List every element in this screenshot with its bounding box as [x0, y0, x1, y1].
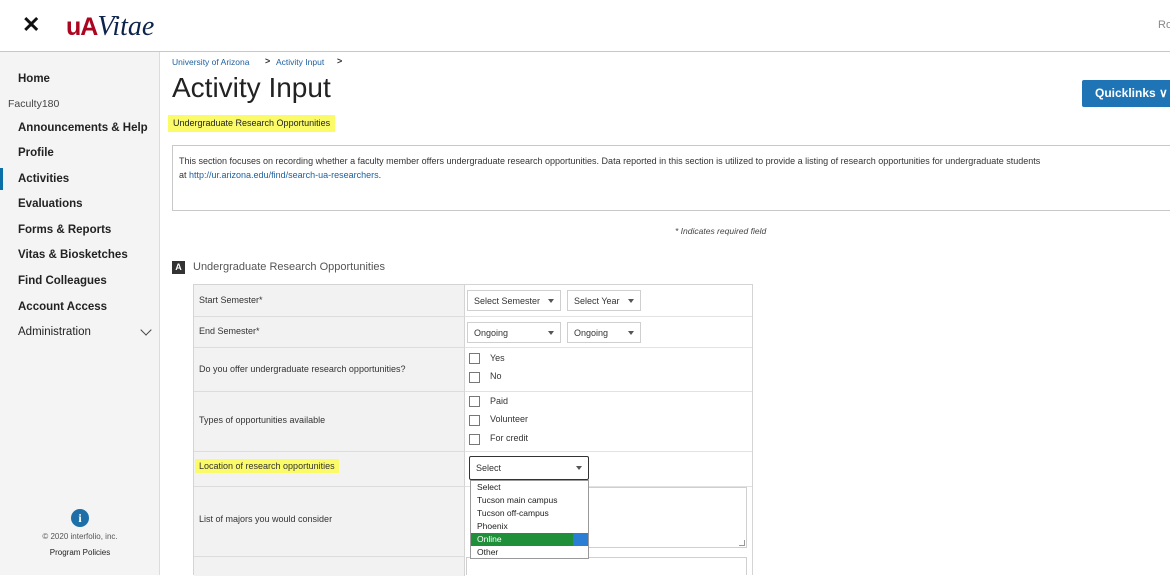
- types-row: Types of opportunities available: [194, 392, 465, 452]
- sidebar: Home Faculty180 Announcements & Help Pro…: [0, 52, 160, 575]
- sidebar-item-account-access[interactable]: Account Access: [18, 301, 107, 313]
- paid-label: Paid: [490, 396, 509, 406]
- sidebar-item-forms-reports[interactable]: Forms & Reports: [18, 224, 111, 236]
- sidebar-item-activities[interactable]: Activities: [18, 173, 69, 185]
- description-prefix: at: [179, 170, 190, 180]
- location-row: Location of research opportunities: [194, 452, 465, 487]
- next-row: [194, 557, 465, 576]
- section-title: Undergraduate Research Opportunities: [193, 261, 386, 273]
- caret-down-icon: [576, 466, 582, 470]
- start-semester-row: Start Semester*: [194, 285, 465, 317]
- yes-checkbox[interactable]: [469, 353, 480, 364]
- end-semester-label: End Semester*: [199, 326, 260, 336]
- description-suffix: .: [378, 170, 382, 180]
- sidebar-item-home[interactable]: Home: [18, 73, 50, 85]
- user-menu[interactable]: Ro: [1158, 19, 1170, 31]
- start-semester-value-text: Select Semester: [474, 296, 541, 306]
- chevron-down-icon[interactable]: [140, 324, 152, 336]
- option-select[interactable]: Select: [471, 481, 588, 494]
- option-tucson-off[interactable]: Tucson off-campus: [471, 507, 588, 520]
- breadcrumb-university[interactable]: University of Arizona: [172, 57, 249, 67]
- breadcrumb-separator: >: [337, 56, 343, 66]
- description-box: This section focuses on recording whethe…: [172, 145, 1170, 211]
- option-other[interactable]: Other: [471, 546, 588, 559]
- types-value: Paid Volunteer For credit: [465, 392, 752, 452]
- option-hover-marker: [573, 533, 588, 546]
- no-checkbox[interactable]: [469, 372, 480, 383]
- page-title: Activity Input: [172, 72, 331, 103]
- researchers-link[interactable]: http://ur.arizona.edu/find/search-ua-res…: [189, 170, 379, 180]
- active-indicator: [0, 168, 3, 190]
- section-badge: A: [172, 261, 185, 274]
- types-label: Types of opportunities available: [199, 415, 326, 425]
- end-semester-value-text: Ongoing: [474, 328, 509, 338]
- no-label: No: [490, 371, 502, 381]
- close-icon[interactable]: ✕: [22, 13, 40, 37]
- required-field-note: * Indicates required field: [675, 226, 767, 236]
- uavitae-logo[interactable]: uAVitae: [66, 11, 154, 43]
- top-bar: ✕ uAVitae Ro: [0, 0, 1170, 52]
- sidebar-item-vitas[interactable]: Vitas & Biosketches: [18, 249, 128, 261]
- majors-label: List of majors you would consider: [199, 514, 333, 524]
- logo-vitae: Vitae: [97, 11, 155, 42]
- logo-ua: uA: [66, 13, 98, 41]
- sidebar-item-profile[interactable]: Profile: [18, 147, 54, 159]
- end-semester-value: Ongoing Ongoing: [465, 317, 752, 348]
- majors-row: List of majors you would consider: [194, 487, 465, 557]
- option-online[interactable]: Online: [471, 533, 588, 546]
- for-credit-checkbox[interactable]: [469, 434, 480, 445]
- location-dropdown-list: Select Tucson main campus Tucson off-cam…: [470, 480, 589, 559]
- paid-checkbox[interactable]: [469, 396, 480, 407]
- caret-down-icon: [548, 299, 554, 303]
- location-select[interactable]: Select: [469, 456, 589, 480]
- description-line-1: This section focuses on recording whethe…: [179, 156, 1041, 166]
- start-semester-value: Select Semester Select Year: [465, 285, 752, 317]
- program-policies-link[interactable]: Program Policies: [0, 548, 160, 557]
- next-field-input[interactable]: [466, 557, 747, 575]
- start-semester-select[interactable]: Select Semester: [467, 290, 561, 311]
- offer-label: Do you offer undergraduate research oppo…: [199, 364, 406, 374]
- sidebar-group-label: Faculty180: [8, 98, 60, 110]
- resize-grip-icon[interactable]: [739, 540, 745, 546]
- start-year-select[interactable]: Select Year: [567, 290, 641, 311]
- yes-label: Yes: [490, 353, 505, 363]
- offer-value: Yes No: [465, 348, 752, 392]
- section-subtitle: Undergraduate Research Opportunities: [168, 115, 336, 132]
- location-select-value: Select: [476, 463, 502, 473]
- option-tucson-main[interactable]: Tucson main campus: [471, 494, 588, 507]
- start-semester-label: Start Semester*: [199, 295, 263, 305]
- start-year-value-text: Select Year: [574, 296, 620, 306]
- sidebar-item-announcements[interactable]: Announcements & Help: [18, 122, 148, 134]
- volunteer-checkbox[interactable]: [469, 415, 480, 426]
- end-year-select[interactable]: Ongoing: [567, 322, 641, 343]
- breadcrumb-separator: >: [265, 56, 271, 66]
- caret-down-icon: [628, 299, 634, 303]
- offer-row: Do you offer undergraduate research oppo…: [194, 348, 465, 392]
- caret-down-icon: [548, 331, 554, 335]
- volunteer-label: Volunteer: [490, 414, 529, 424]
- majors-textarea[interactable]: [574, 487, 747, 548]
- location-label: Location of research opportunities: [195, 459, 339, 473]
- end-semester-row: End Semester*: [194, 317, 465, 348]
- caret-down-icon: [628, 331, 634, 335]
- sidebar-item-administration[interactable]: Administration: [18, 326, 91, 338]
- sidebar-item-evaluations[interactable]: Evaluations: [18, 198, 83, 210]
- end-year-value-text: Ongoing: [574, 328, 609, 338]
- end-semester-select[interactable]: Ongoing: [467, 322, 561, 343]
- info-icon[interactable]: i: [71, 509, 89, 527]
- copyright: © 2020 interfolio, inc.: [42, 532, 118, 541]
- description-line-2: at http://ur.arizona.edu/find/search-ua-…: [179, 168, 1170, 182]
- sidebar-item-find-colleagues[interactable]: Find Colleagues: [18, 275, 107, 287]
- quicklinks-button[interactable]: Quicklinks ∨: [1082, 80, 1170, 107]
- breadcrumb-activity-input[interactable]: Activity Input: [276, 57, 324, 67]
- option-phoenix[interactable]: Phoenix: [471, 520, 588, 533]
- for-credit-label: For credit: [490, 433, 529, 443]
